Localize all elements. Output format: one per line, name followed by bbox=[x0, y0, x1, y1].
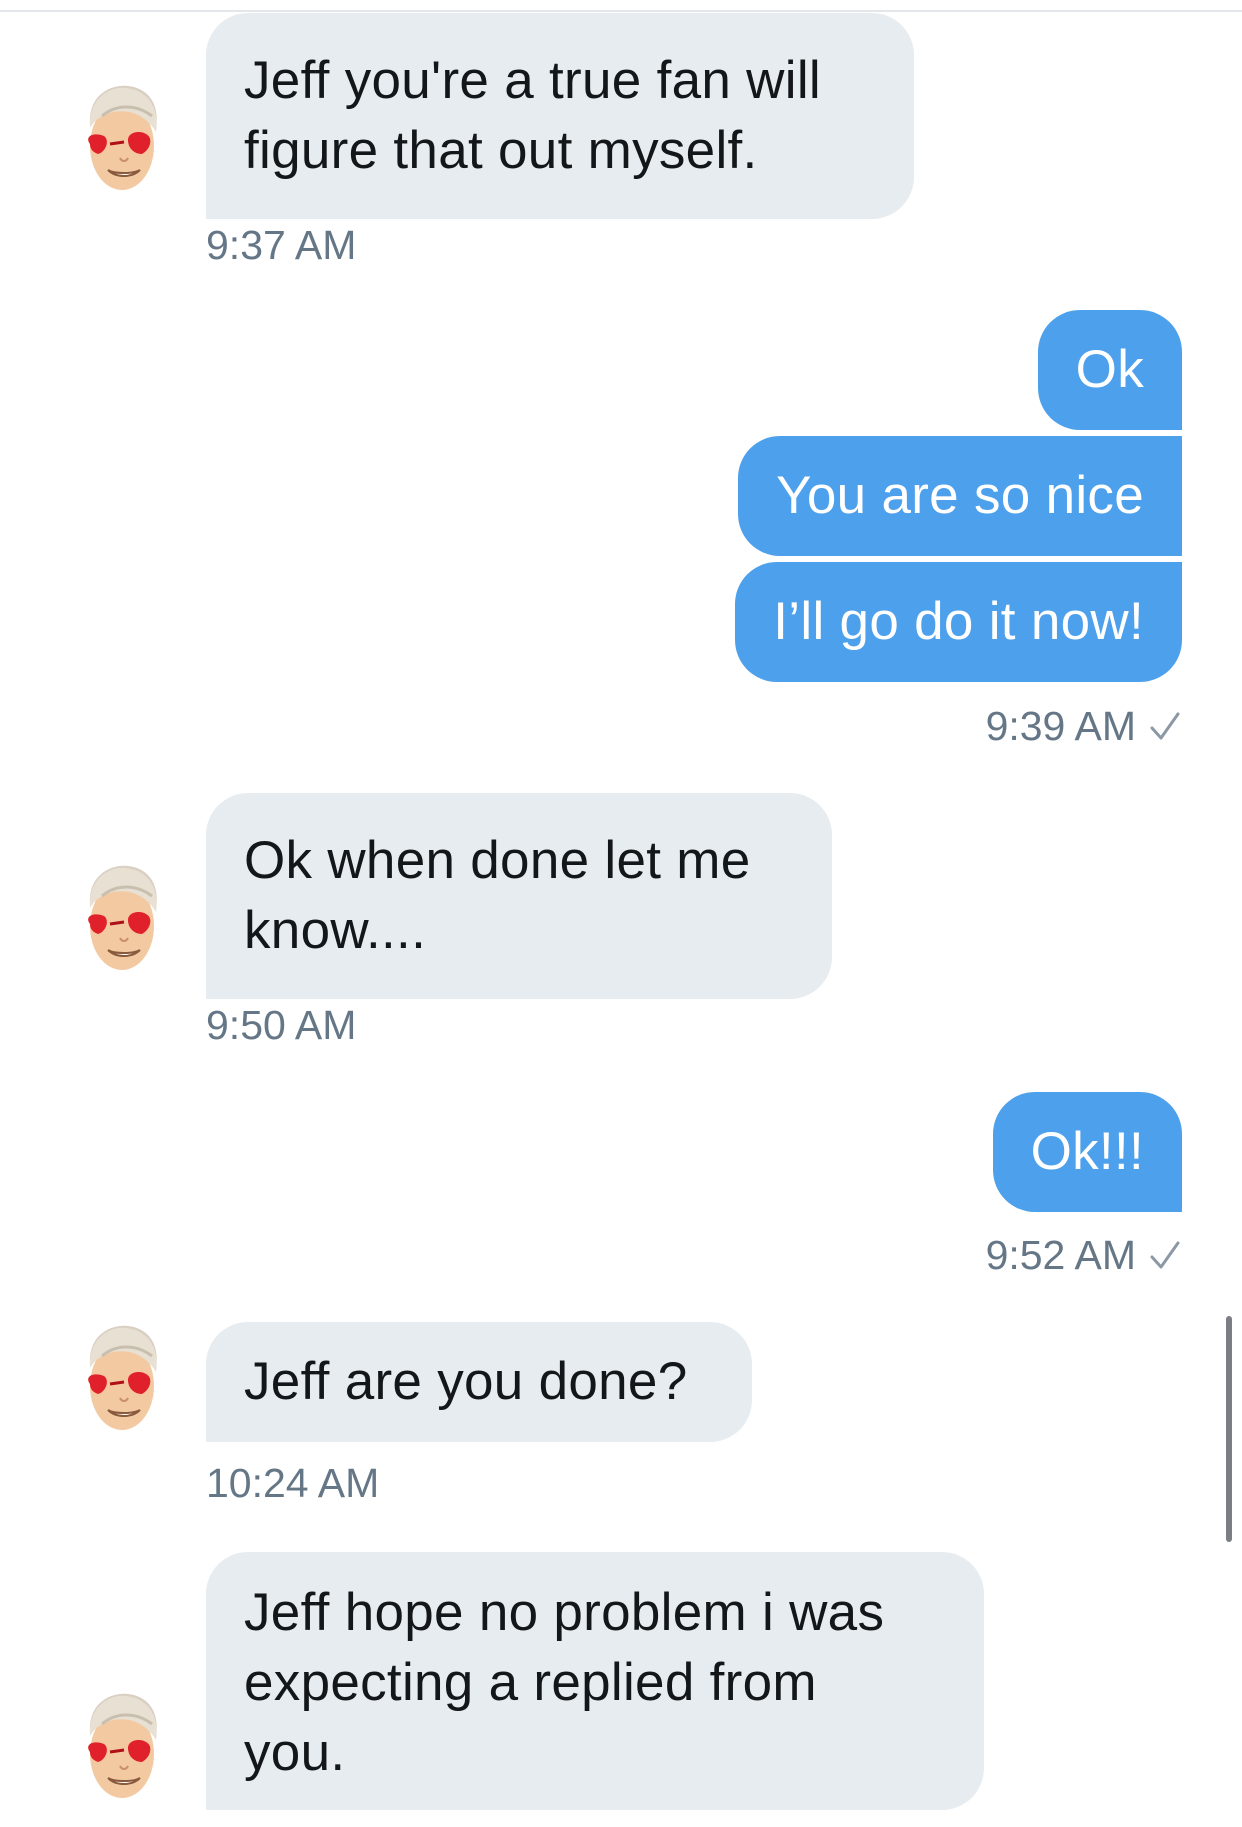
message-text-line: Jeff are you done? bbox=[244, 1352, 688, 1411]
received-message-bubble[interactable]: Ok when done let me know.... bbox=[206, 793, 832, 999]
message-timestamp: 9:37 AM bbox=[206, 222, 357, 268]
message-timestamp-row: 9:39 AM bbox=[986, 703, 1182, 750]
message-text-line: Jeff you're a true fan will bbox=[244, 51, 821, 110]
message-timestamp-row: 9:52 AM bbox=[986, 1232, 1182, 1279]
message-timestamp: 9:50 AM bbox=[206, 1002, 357, 1048]
received-message-bubble[interactable]: Jeff hope no problem i was expecting a r… bbox=[206, 1552, 984, 1810]
sent-message-bubble[interactable]: I’ll go do it now! bbox=[735, 562, 1182, 682]
message-text-line: know.... bbox=[244, 901, 427, 960]
message-text-line: figure that out myself. bbox=[244, 121, 758, 180]
top-divider bbox=[0, 10, 1242, 12]
avatar[interactable] bbox=[80, 1690, 164, 1806]
received-message-bubble[interactable]: Jeff are you done? bbox=[206, 1322, 752, 1442]
sent-message-bubble[interactable]: Ok bbox=[1037, 310, 1182, 430]
message-text-line: Ok when done let me bbox=[244, 831, 751, 890]
sent-message-bubble[interactable]: Ok!!! bbox=[992, 1092, 1182, 1212]
message-timestamp: 10:24 AM bbox=[206, 1460, 380, 1506]
message-timestamp: 9:39 AM bbox=[985, 703, 1136, 749]
message-text: I’ll go do it now! bbox=[773, 592, 1144, 651]
checkmark-icon bbox=[1148, 710, 1182, 744]
avatar[interactable] bbox=[80, 862, 164, 978]
avatar[interactable] bbox=[80, 82, 164, 198]
message-text: Ok bbox=[1075, 340, 1144, 399]
message-timestamp: 9:52 AM bbox=[985, 1232, 1136, 1278]
received-message-bubble[interactable]: Jeff you're a true fan will figure that … bbox=[206, 13, 914, 219]
message-text: You are so nice bbox=[776, 466, 1144, 525]
message-text-line: Jeff hope no problem i was bbox=[244, 1583, 885, 1642]
message-text-line: you. bbox=[244, 1723, 346, 1782]
sent-message-bubble[interactable]: You are so nice bbox=[738, 436, 1182, 556]
scrollbar[interactable] bbox=[1226, 1316, 1232, 1542]
checkmark-icon bbox=[1148, 1239, 1182, 1273]
avatar[interactable] bbox=[80, 1322, 164, 1438]
message-text-line: expecting a replied from bbox=[244, 1653, 817, 1712]
message-text: Ok!!! bbox=[1030, 1122, 1144, 1181]
